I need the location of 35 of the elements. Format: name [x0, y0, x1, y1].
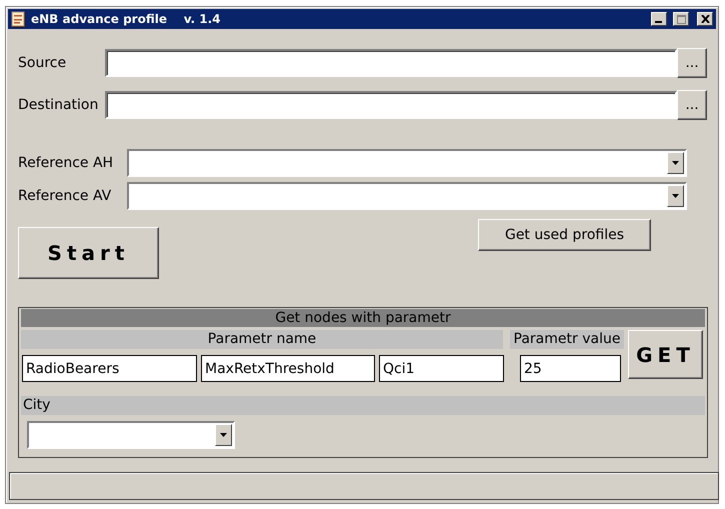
field-label: Destination: [18, 97, 100, 113]
path-field[interactable]: [105, 91, 677, 119]
dropdown-arrow-icon: [672, 161, 679, 165]
field-label: Reference AV: [18, 188, 112, 204]
dropdown-button[interactable]: [667, 185, 684, 207]
dropdown-arrow-icon: [220, 433, 227, 437]
browse-button[interactable]: ...: [677, 90, 707, 120]
close-button[interactable]: [697, 12, 713, 26]
start-button[interactable]: Start: [18, 227, 159, 279]
window-title: eNB advance profile v. 1.4: [31, 12, 222, 26]
maximize-icon: [676, 14, 686, 24]
dropdown-button[interactable]: [215, 424, 232, 446]
city-dropdown[interactable]: [27, 421, 235, 449]
column-header: Parametr value: [510, 330, 624, 349]
get-used-profiles-button[interactable]: Get used profiles: [478, 219, 651, 251]
close-icon: [700, 15, 710, 23]
dropdown-arrow-icon: [672, 194, 679, 198]
section-header: City: [21, 396, 705, 415]
parameter-name-field[interactable]: Qci1: [379, 355, 504, 382]
reference-dropdown[interactable]: [127, 182, 687, 210]
maximize-button[interactable]: [673, 12, 689, 26]
parameter-name-field[interactable]: MaxRetxThreshold: [201, 355, 375, 382]
field-label: Reference AH: [18, 155, 114, 171]
path-field[interactable]: [105, 49, 677, 77]
get-button[interactable]: GET: [628, 330, 703, 379]
parameter-name-field[interactable]: RadioBearers: [22, 355, 197, 382]
parameter-value-field[interactable]: 25: [520, 355, 621, 382]
minimize-button[interactable]: [651, 12, 667, 26]
group-title: Get nodes with parametr: [21, 309, 705, 327]
reference-dropdown[interactable]: [127, 149, 687, 177]
app-icon: [11, 11, 25, 27]
browse-button[interactable]: ...: [677, 48, 707, 78]
column-header: Parametr name: [21, 330, 503, 349]
dropdown-button[interactable]: [667, 152, 684, 174]
field-label: Source: [18, 55, 68, 71]
